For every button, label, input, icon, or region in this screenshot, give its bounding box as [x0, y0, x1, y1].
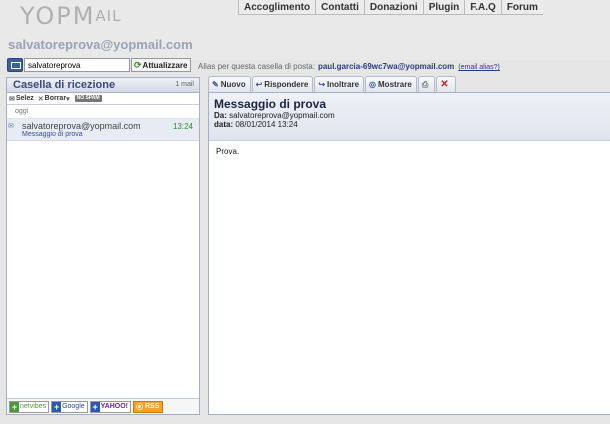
new-button[interactable]: ✎ Nuovo: [208, 76, 251, 92]
new-label: Nuovo: [220, 80, 246, 89]
day-group-label: oggi: [7, 105, 199, 119]
inbox-tools: ✉ Selez ✕ Borrar ▾ NO SPAM: [7, 93, 199, 105]
search-row: ⟳ Attualizzare: [7, 57, 192, 73]
inbox-title: Casella di ricezione: [13, 79, 116, 91]
delete-button[interactable]: ✕: [436, 76, 456, 92]
show-button[interactable]: ◎ Mostrare: [365, 76, 417, 92]
google-button[interactable]: + Google: [51, 400, 88, 413]
nav-plugin[interactable]: Plugin: [422, 0, 465, 14]
message-header: Messaggio di prova Da: salvatoreprova@yo…: [209, 93, 610, 141]
forward-button[interactable]: ↪ Inoltrare: [314, 76, 365, 92]
reply-icon: ↩: [255, 80, 263, 89]
message-from-line: Da: salvatoreprova@yopmail.com: [214, 111, 605, 120]
plus-icon: +: [10, 401, 19, 412]
yopmail-logo[interactable]: YOPMAIL: [20, 2, 121, 30]
reply-label: Rispondere: [264, 80, 309, 89]
netvibes-button[interactable]: + netvibes: [9, 400, 50, 413]
date-value: 08/01/2014 13:24: [235, 120, 298, 129]
dropdown-arrow-icon: ▾: [66, 95, 70, 103]
header: YOPMAIL Accoglimento Contatti Donazioni …: [0, 0, 610, 60]
show-label: Mostrare: [378, 80, 412, 89]
select-label: Selez: [15, 95, 34, 102]
refresh-button[interactable]: ⟳ Attualizzare: [131, 58, 192, 72]
inbox-header: Casella di ricezione 1 mail: [7, 78, 199, 93]
message-title: Messaggio di prova: [214, 97, 327, 111]
mail-time: 13:24: [172, 122, 193, 131]
mail-subject: Messaggio di prova: [22, 131, 83, 138]
yahoo-button[interactable]: + YAHOO!: [89, 400, 132, 413]
forward-icon: ↪: [318, 80, 326, 89]
date-label: data:: [214, 120, 234, 129]
inbox-panel: Casella di ricezione 1 mail ✉ Selez ✕ Borr…: [6, 77, 200, 415]
rss-button[interactable]: ⦿ RSS: [133, 400, 164, 413]
top-nav: Accoglimento Contatti Donazioni Plugin F…: [238, 0, 543, 15]
alias-label: Alias per questa casella di posta:: [198, 62, 315, 71]
inbox-footer: + netvibes + Google + YAHOO! ⦿ RSS: [7, 398, 199, 414]
rss-icon: ⦿: [136, 403, 144, 411]
print-icon: ⎙: [421, 79, 429, 89]
mail-icon: [7, 58, 23, 72]
nav-forum[interactable]: Forum: [500, 0, 543, 14]
netvibes-label: netvibes: [20, 403, 47, 410]
alias-address: paul.garcia-69wc7wa@yopmail.com: [317, 62, 455, 71]
mail-list-item[interactable]: ✉ salvatoreprova@yopmail.com 13:24 Messa…: [7, 119, 199, 141]
nospam-button[interactable]: NO SPAM: [74, 95, 102, 102]
nav-faq[interactable]: F.A.Q: [464, 0, 501, 14]
message-panel: Messaggio di prova Da: salvatoreprova@yo…: [208, 92, 610, 415]
logo-text-small: AIL: [95, 7, 122, 25]
envelope-icon: ✉: [9, 95, 15, 103]
google-label: Google: [62, 403, 85, 410]
refresh-icon: ⟳: [134, 59, 142, 70]
alias-help-link[interactable]: (email alias?): [458, 64, 500, 71]
nav-accoglimento[interactable]: Accoglimento: [238, 0, 316, 14]
envelope-icon: ✉: [8, 123, 14, 130]
message-date-line: data: 08/01/2014 13:24: [214, 120, 605, 129]
plus-icon: +: [52, 401, 62, 412]
nav-donazioni[interactable]: Donazioni: [363, 0, 423, 14]
message-body: Prova.: [216, 147, 240, 156]
delete-menu-button[interactable]: ✕ Borrar ▾: [38, 95, 71, 103]
inbox-count: 1 mail: [175, 81, 194, 88]
nav-contatti[interactable]: Contatti: [315, 0, 364, 14]
logo-text: YOPM: [20, 2, 96, 30]
reply-button[interactable]: ↩ Rispondere: [251, 76, 314, 92]
mailbox-input[interactable]: [24, 58, 130, 72]
from-value: salvatoreprova@yopmail.com: [229, 111, 335, 120]
plus-icon: +: [90, 401, 100, 412]
delete-label: Borrar: [44, 95, 67, 102]
refresh-label: Attualizzare: [142, 60, 188, 70]
print-button[interactable]: ⎙: [417, 76, 436, 92]
from-label: Da:: [214, 111, 227, 120]
forward-label: Inoltrare: [327, 80, 360, 89]
delete-small-icon: ✕: [37, 95, 44, 103]
rss-label: RSS: [144, 403, 160, 410]
show-icon: ◎: [369, 80, 377, 89]
alias-info: Alias per questa casella di posta: paul.g…: [198, 62, 500, 71]
mailbox-email-title: salvatoreprova@yopmail.com: [8, 37, 193, 52]
new-icon: ✎: [212, 80, 219, 89]
delete-icon: ✕: [440, 79, 449, 90]
mail-sender: salvatoreprova@yopmail.com: [22, 121, 141, 131]
select-button[interactable]: ✉ Selez: [9, 95, 34, 103]
message-toolbar: ✎ Nuovo ↩ Rispondere ↪ Inoltrare ◎ Mostrare …: [208, 76, 457, 92]
yahoo-label: YAHOO!: [100, 403, 129, 410]
